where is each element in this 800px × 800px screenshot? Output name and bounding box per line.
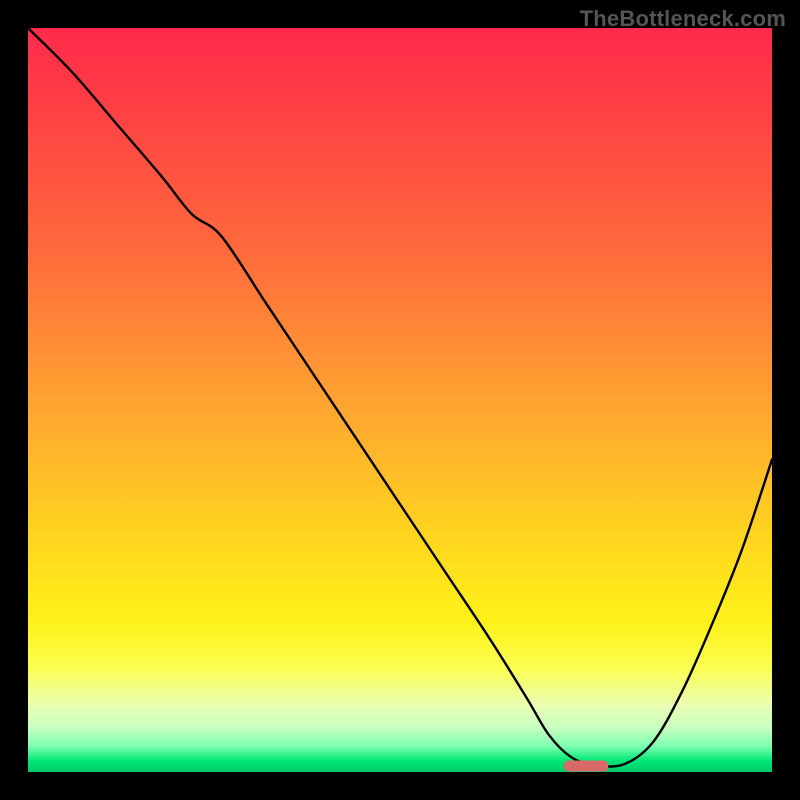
chart-frame: TheBottleneck.com: [0, 0, 800, 800]
bottleneck-curve: [28, 28, 772, 767]
chart-svg: [28, 28, 772, 772]
plot-area: [28, 28, 772, 772]
optimum-marker: [564, 761, 609, 772]
